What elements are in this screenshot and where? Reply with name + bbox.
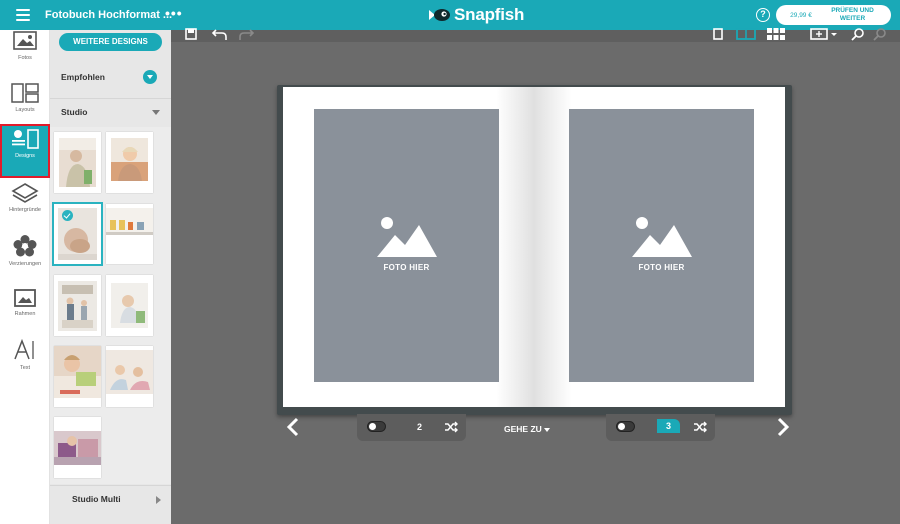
frames-icon [14, 289, 36, 307]
go-to-dropdown[interactable]: GEHE ZU [504, 424, 550, 434]
check-icon [62, 210, 73, 221]
book-page-right[interactable]: FOTO HIER [534, 87, 785, 407]
tool-label: Designs [15, 153, 35, 159]
next-page-arrow-icon[interactable] [774, 416, 792, 438]
design-thumbnail[interactable] [54, 417, 101, 478]
right-page-controls: 3 [606, 414, 715, 441]
book-page-left[interactable]: FOTO HIER [283, 87, 534, 407]
more-designs-button[interactable]: WEITERE DESIGNS [59, 33, 162, 51]
single-page-view-icon[interactable] [711, 27, 725, 41]
spread-view-icon[interactable] [736, 27, 756, 41]
tool-label: Fotos [18, 55, 32, 61]
left-page-toggle[interactable] [367, 421, 386, 432]
tool-label: Verzierungen [8, 261, 42, 267]
design-thumbnail[interactable] [106, 132, 153, 193]
backgrounds-icon [11, 183, 39, 203]
brand-name: Snapfish [454, 5, 525, 24]
photo-placeholder-label: FOTO HIER [638, 263, 685, 272]
accordion-label: Studio Multi [72, 494, 121, 504]
tool-label: Hintergründe [9, 207, 41, 213]
editor-canvas: FOTO HIER FOTO HIER 2 GEHE ZU 3 [171, 27, 900, 524]
tool-designs[interactable]: Designs [0, 124, 50, 178]
design-preview-image [111, 283, 148, 328]
left-page-number[interactable]: 2 [417, 422, 422, 432]
undo-icon[interactable] [211, 27, 229, 41]
document-title[interactable]: Fotobuch Hochformat ... [45, 9, 172, 21]
shuffle-icon[interactable] [444, 421, 458, 433]
tool-fotos[interactable]: Fotos [0, 30, 50, 82]
photo-placeholder-right[interactable]: FOTO HIER [569, 109, 754, 382]
design-thumbnail[interactable] [54, 346, 101, 407]
previous-page-arrow-icon[interactable] [284, 416, 302, 438]
design-thumbnail[interactable] [106, 204, 153, 264]
text-icon [14, 338, 34, 360]
accordion-studio[interactable]: Studio [50, 98, 171, 125]
redo-icon[interactable] [237, 27, 255, 41]
embellishments-icon [13, 235, 37, 257]
photo-placeholder-content: FOTO HIER [314, 215, 499, 272]
layouts-icon [11, 83, 39, 103]
photo-placeholder-left[interactable]: FOTO HIER [314, 109, 499, 382]
caret-right-icon [156, 496, 161, 504]
right-page-number[interactable]: 3 [657, 419, 681, 433]
save-icon[interactable] [184, 27, 198, 41]
tools-sidebar: Fotos Layouts Designs Hintergründe Verzi… [0, 30, 50, 524]
fish-logo-icon [429, 9, 450, 21]
photos-icon [13, 31, 37, 50]
design-preview-image [54, 346, 101, 398]
tool-frames[interactable]: Rahmen [0, 286, 50, 338]
designs-panel: WEITERE DESIGNS Empfohlen Studio Studio … [50, 30, 171, 524]
left-page-controls: 2 [357, 414, 466, 441]
design-thumbnails [50, 127, 171, 484]
brand-logo: Snapfish [428, 5, 524, 25]
tool-text[interactable]: Text [0, 338, 50, 390]
more-options-icon[interactable]: ••• [165, 5, 183, 21]
design-preview-image [58, 281, 97, 331]
design-thumbnail[interactable] [54, 275, 101, 336]
tool-label: Text [19, 365, 31, 371]
right-page-toggle[interactable] [616, 421, 635, 432]
design-preview-image [106, 208, 153, 235]
go-to-label: GEHE ZU [504, 424, 542, 434]
design-preview-image [54, 431, 101, 465]
chevron-down-icon [543, 427, 550, 432]
tool-label: Rahmen [14, 311, 36, 317]
design-preview-image [59, 138, 96, 187]
total-price: 29,99 € [790, 11, 812, 19]
designs-icon [12, 129, 39, 149]
help-icon[interactable]: ? [756, 8, 770, 22]
grid-view-icon[interactable] [766, 27, 786, 41]
design-preview-image [58, 208, 97, 260]
zoom-in-icon[interactable] [851, 27, 865, 41]
chevron-down-icon [143, 70, 157, 84]
design-thumbnail[interactable] [106, 275, 153, 336]
image-placeholder-icon [376, 217, 437, 257]
design-thumbnail-selected[interactable] [52, 202, 103, 266]
accordion-studio-multi[interactable]: Studio Multi [50, 485, 171, 512]
accordion-empfohlen[interactable]: Empfohlen [50, 64, 171, 91]
design-thumbnail[interactable] [106, 346, 153, 407]
design-preview-image [106, 350, 153, 394]
accordion-label: Empfohlen [61, 72, 105, 82]
caret-down-icon [152, 110, 160, 115]
top-bar: Fotobuch Hochformat ... ••• Snapfish ? 2… [0, 0, 900, 30]
photo-placeholder-content: FOTO HIER [569, 215, 754, 272]
shuffle-icon[interactable] [693, 421, 707, 433]
design-preview-image [111, 138, 148, 181]
review-continue-label: PRÜFEN UND WEITER [831, 7, 874, 22]
add-page-dropdown-icon[interactable] [809, 27, 839, 41]
tool-backgrounds[interactable]: Hintergründe [0, 182, 50, 234]
design-thumbnail[interactable] [54, 132, 101, 193]
image-placeholder-icon [631, 217, 692, 257]
accordion-label: Studio [61, 107, 88, 117]
zoom-out-icon[interactable] [873, 27, 887, 41]
photo-book-spread: FOTO HIER FOTO HIER [277, 85, 792, 415]
photo-placeholder-label: FOTO HIER [383, 263, 430, 272]
tool-embellishments[interactable]: Verzierungen [0, 234, 50, 286]
hamburger-menu-icon[interactable] [16, 9, 30, 21]
tool-label: Layouts [15, 107, 35, 113]
review-and-continue-button[interactable]: 29,99 € PRÜFEN UND WEITER [776, 5, 891, 25]
editor-toolbar [171, 27, 900, 42]
